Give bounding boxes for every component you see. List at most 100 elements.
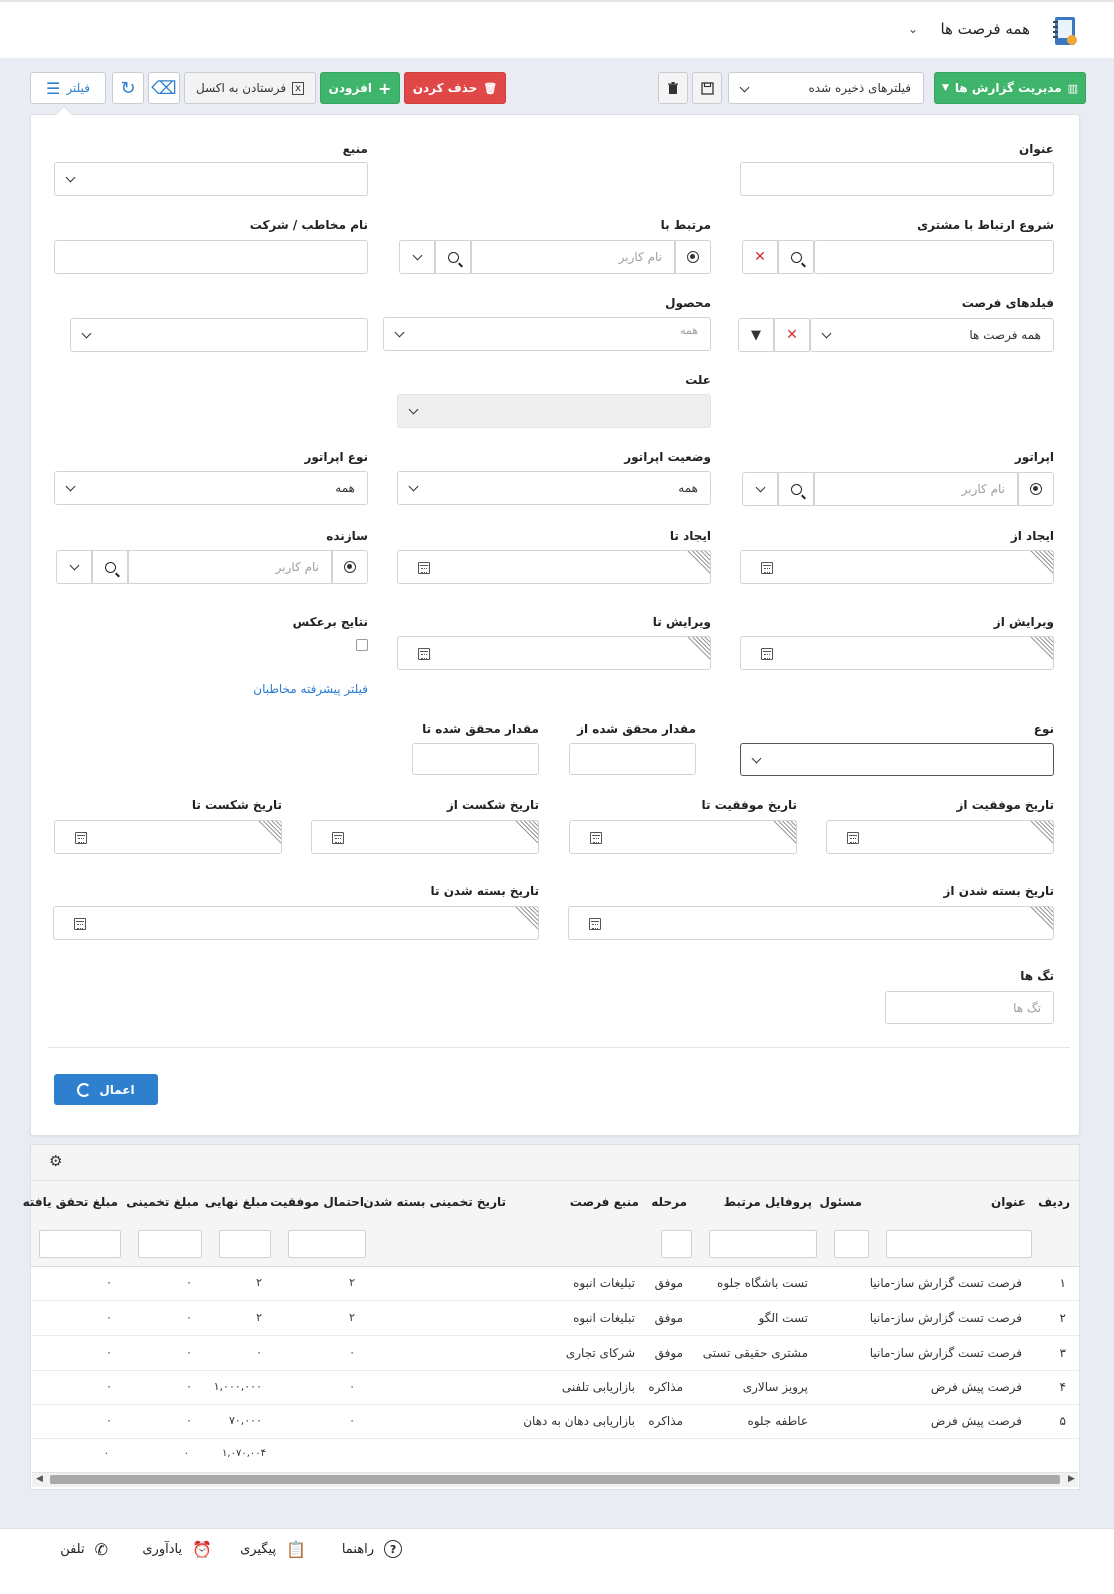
reason-select[interactable]	[397, 394, 711, 428]
operator-dropdown-button[interactable]	[742, 472, 778, 506]
col-est-close[interactable]: تاریخ تخمینی بسته شدن	[363, 1195, 506, 1209]
operator-input[interactable]: نام کاربر	[814, 472, 1018, 506]
table-row[interactable]: ۵ فرصت پیش فرض عاطفه جلوه مذاکره بازاریابی د…	[31, 1405, 1079, 1439]
report-manage-button[interactable]: ▥ مدیریت گزارش ها ▼	[934, 72, 1086, 104]
search-icon	[790, 251, 802, 263]
opp-fields-select[interactable]: همه فرصت ها	[810, 318, 1054, 352]
send-to-excel-button[interactable]: x فرستادن به اکسل	[184, 72, 316, 104]
creator-input[interactable]: نام کاربر	[128, 550, 332, 584]
filter-estimate-input[interactable]	[138, 1230, 202, 1258]
reverse-results-checkbox[interactable]	[356, 639, 368, 651]
operator-search-button[interactable]	[778, 472, 814, 506]
edited-from-date[interactable]	[740, 636, 1054, 670]
filter-probability-input[interactable]	[288, 1230, 366, 1258]
col-estimate-amount[interactable]: مبلغ تخمینی	[126, 1195, 199, 1209]
creator-dropdown-button[interactable]	[56, 550, 92, 584]
title-input[interactable]	[740, 162, 1054, 196]
footer-phone[interactable]: ✆ تلفن	[60, 1540, 108, 1559]
plus-icon: +	[377, 78, 392, 98]
type-label: نوع	[1033, 722, 1054, 736]
achieved-from-input[interactable]	[569, 743, 696, 775]
source-select[interactable]	[54, 162, 368, 196]
apply-button[interactable]: اعمال	[54, 1074, 158, 1105]
customer-search-button[interactable]	[778, 240, 814, 274]
related-input[interactable]: نام کاربر	[471, 240, 675, 274]
radio-icon	[687, 251, 699, 263]
col-profile[interactable]: پروفایل مرتبط	[724, 1195, 812, 1209]
operator-status-select[interactable]: همه	[397, 471, 711, 505]
scroll-right-arrow-icon[interactable]: ▶	[1068, 1474, 1075, 1484]
tags-input[interactable]: تگ ها	[885, 991, 1054, 1024]
created-to-date[interactable]	[397, 550, 711, 584]
win-from-date[interactable]	[826, 820, 1054, 854]
sliders-icon: ☰	[46, 78, 61, 98]
related-dropdown-button[interactable]	[399, 240, 435, 274]
col-source[interactable]: منبع فرصت	[570, 1195, 639, 1209]
cell-final: ۷۰,۰۰۰	[228, 1414, 262, 1427]
closed-from-date[interactable]	[568, 906, 1054, 940]
scrollbar-thumb[interactable]	[50, 1475, 1060, 1484]
opp-fields-filter-button[interactable]: ▼	[738, 318, 774, 352]
add-button[interactable]: + افزودن	[320, 72, 400, 104]
filter-toggle-button[interactable]: فیلتر ☰	[30, 72, 106, 104]
col-title[interactable]: عنوان	[991, 1195, 1026, 1209]
advanced-contacts-link[interactable]: فیلتر پیشرفته مخاطبان	[253, 682, 368, 696]
filter-stage-input[interactable]	[661, 1230, 692, 1258]
table-row[interactable]: ۳ فرصت تست گزارش ساز-مانیا مشتری حقیقی تست…	[31, 1337, 1079, 1371]
closed-to-date[interactable]	[53, 906, 539, 940]
cell-source: تبلیغات انبوه	[573, 1276, 635, 1290]
customer-clear-button[interactable]: ✕	[742, 240, 778, 274]
filter-owner-input[interactable]	[834, 1230, 869, 1258]
created-from-date[interactable]	[740, 550, 1054, 584]
table-row[interactable]: ۲ فرصت تست گزارش ساز-مانیا تست الگو موفق تبل…	[31, 1302, 1079, 1336]
customer-start-input[interactable]	[814, 240, 1054, 274]
col-owner[interactable]: مسئول	[820, 1195, 862, 1209]
loss-to-date[interactable]	[54, 820, 282, 854]
win-to-date[interactable]	[569, 820, 797, 854]
contact-company-input[interactable]	[54, 240, 368, 274]
cell-title: فرصت تست گزارش ساز-مانیا	[869, 1311, 1022, 1325]
footer-help[interactable]: ? راهنما	[342, 1540, 402, 1558]
product-select[interactable]: همه	[383, 317, 711, 351]
filter-final-input[interactable]	[219, 1230, 271, 1258]
save-filter-button[interactable]	[692, 72, 722, 104]
table-row[interactable]: ۱ فرصت تست گزارش ساز-مانیا تست باشگاه جلوه…	[31, 1267, 1079, 1301]
filter-profile-input[interactable]	[709, 1230, 817, 1258]
edited-to-date[interactable]	[397, 636, 711, 670]
col-probability[interactable]: احتمال موفقیت	[270, 1195, 364, 1209]
delete-filter-button[interactable]	[658, 72, 688, 104]
creator-search-button[interactable]	[92, 550, 128, 584]
filter-title-input[interactable]	[886, 1230, 1032, 1258]
gear-icon[interactable]: ⚙	[49, 1152, 62, 1170]
filter-achieved-input[interactable]	[39, 1230, 121, 1258]
unlabeled-select[interactable]	[70, 318, 368, 352]
loss-from-date[interactable]	[311, 820, 539, 854]
footer-reminder[interactable]: ⏰ یادآوری	[142, 1540, 212, 1559]
operator-radio[interactable]	[1018, 472, 1054, 506]
col-achieved-amount[interactable]: مبلغ تحقق یافته	[23, 1195, 118, 1209]
col-final-amount[interactable]: مبلغ نهایی	[205, 1195, 268, 1209]
clear-filters-button[interactable]: ⌫	[148, 72, 180, 104]
operator-type-select[interactable]: همه	[54, 471, 368, 505]
col-stage[interactable]: مرحله	[651, 1195, 687, 1209]
title-dropdown-chevron-icon[interactable]: ⌄	[908, 22, 918, 36]
related-search-button[interactable]	[435, 240, 471, 274]
table-row[interactable]: ۴ فرصت پیش فرض پرویز سالاری مذاکره بازاریابی…	[31, 1371, 1079, 1405]
related-radio[interactable]	[675, 240, 711, 274]
footer-followup[interactable]: 📋 پیگیری	[240, 1540, 306, 1559]
operator-label: اپراتور	[1014, 450, 1054, 464]
creator-radio[interactable]	[332, 550, 368, 584]
delete-button[interactable]: 🗑 حذف کردن	[404, 72, 506, 104]
related-placeholder: نام کاربر	[618, 250, 662, 264]
saved-filters-select[interactable]: فیلترهای ذخیره شده	[728, 72, 924, 104]
type-select[interactable]	[740, 743, 1054, 776]
calendar-icon	[761, 648, 773, 660]
refresh-button[interactable]: ↻	[112, 72, 144, 104]
opp-fields-label: فیلدهای فرصت	[961, 296, 1054, 310]
scroll-left-arrow-icon[interactable]: ◀	[36, 1474, 43, 1484]
send-excel-label: فرستادن به اکسل	[196, 81, 287, 95]
date-corner	[772, 821, 796, 845]
opp-fields-clear-button[interactable]: ✕	[774, 318, 810, 352]
achieved-to-input[interactable]	[412, 743, 539, 775]
col-index: ردیف	[1038, 1195, 1070, 1209]
